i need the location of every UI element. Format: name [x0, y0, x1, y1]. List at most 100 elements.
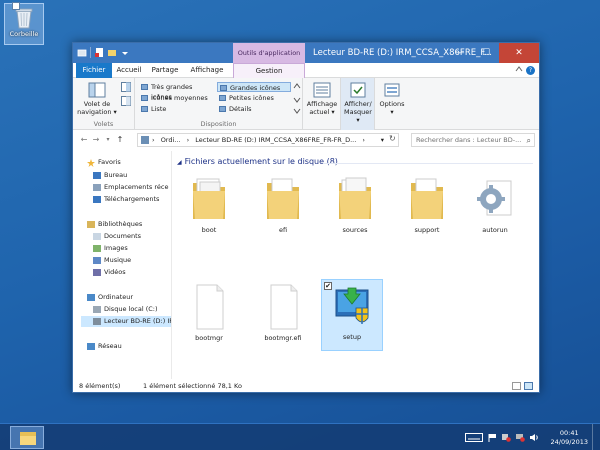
folder-icon [335, 173, 375, 223]
file-list: ◢ Fichiers actuellement sur le disque (8)… [173, 151, 539, 379]
show-hide-button[interactable]: Afficher/ Masquer ▾ [342, 82, 374, 124]
layout-list[interactable]: Liste [139, 104, 215, 114]
clock[interactable]: 00:41 24/09/2013 [551, 429, 588, 447]
network-status-icon[interactable] [515, 433, 525, 442]
nav-bd-re-drive[interactable]: Lecteur BD-RE (D:) IR [81, 316, 171, 327]
details-view-button[interactable] [512, 382, 521, 390]
group-header[interactable]: ◢ Fichiers actuellement sur le disque (8) [177, 157, 338, 166]
action-center-icon[interactable] [501, 433, 511, 442]
show-desktop-button[interactable] [592, 424, 596, 450]
group-divider [323, 163, 533, 164]
installer-icon [332, 280, 372, 330]
tab-share[interactable]: Partage [148, 63, 182, 78]
details-pane-icon[interactable] [121, 96, 131, 106]
current-view-button[interactable]: Affichage actuel ▾ [304, 82, 340, 116]
title-bar[interactable]: Outils d'application Lecteur BD-RE (D:) … [73, 43, 539, 63]
file-item-support[interactable]: support [397, 173, 457, 243]
back-button[interactable]: ← [79, 134, 89, 146]
new-folder-icon[interactable] [107, 47, 117, 58]
chevron-up-icon[interactable] [515, 65, 523, 75]
file-name: setup [342, 333, 362, 341]
help-icon[interactable]: ? [526, 66, 535, 75]
preview-pane-icon[interactable] [121, 82, 131, 92]
flag-icon[interactable] [487, 433, 497, 442]
collapse-arrow-icon: ◢ [177, 159, 182, 166]
nav-desktop[interactable]: Bureau [93, 170, 127, 181]
layout-details[interactable]: Détails [217, 104, 291, 114]
file-item-efi[interactable]: efi [253, 173, 313, 243]
nav-videos[interactable]: Vidéos [93, 267, 126, 278]
file-item-bootmgr[interactable]: bootmgr [179, 281, 239, 351]
address-bar[interactable]: › Ordi... › Lecteur BD-RE (D:) IRM_CCSA_… [137, 133, 399, 147]
layout-medium-icons[interactable]: Icônes moyennes [139, 93, 215, 103]
taskbar-explorer-button[interactable] [10, 426, 44, 449]
show-hide-icon [349, 82, 367, 98]
breadcrumb-computer[interactable]: Ordi... [161, 136, 181, 144]
file-item-autorun[interactable]: autorun [465, 173, 525, 243]
tab-file[interactable]: Fichier [76, 63, 112, 78]
breadcrumb-drive[interactable]: Lecteur BD-RE (D:) IRM_CCSA_X86FRE_FR-FR… [195, 136, 356, 144]
layout-small-icons[interactable]: Petites icônes [217, 93, 291, 103]
file-icon [189, 281, 229, 331]
nav-label: Musique [104, 256, 132, 264]
current-view-label: Affichage actuel ▾ [306, 100, 338, 116]
drive-icon[interactable] [77, 47, 87, 58]
optical-drive-icon [93, 318, 101, 325]
nav-label: Favoris [98, 158, 121, 166]
desktop-select-checkbox[interactable] [12, 2, 20, 10]
folder-icon [263, 173, 303, 223]
layout-gallery-scroll[interactable] [293, 82, 301, 116]
show-hide-label: Afficher/ Masquer ▾ [344, 100, 372, 124]
clock-time: 00:41 [559, 428, 579, 437]
ribbon-group-layout: Très grandes icônes Grandes icônes Icône… [135, 78, 303, 130]
forward-button[interactable]: → [91, 134, 101, 146]
address-dropdown-button[interactable]: ▾ [381, 134, 384, 146]
options-button[interactable]: Options ▾ [376, 82, 408, 116]
file-item-setup[interactable]: ✔ setup [321, 279, 383, 351]
nav-computer[interactable]: Ordinateur [87, 292, 133, 303]
layout-large-icons[interactable]: Grandes icônes [217, 82, 291, 92]
close-button[interactable]: ✕ [499, 43, 539, 63]
nav-music[interactable]: Musique [93, 255, 131, 266]
recycle-bin-desktop-icon[interactable]: Corbeille [4, 3, 44, 45]
tab-view[interactable]: Affichage [187, 63, 227, 78]
maximize-button[interactable]: ☐ [473, 43, 499, 63]
window-controls: — ☐ ✕ [447, 43, 539, 63]
nav-documents[interactable]: Documents [93, 231, 141, 242]
file-item-boot[interactable]: boot [179, 173, 239, 243]
tab-manage[interactable]: Gestion [233, 63, 305, 78]
ribbon: Volet de navigation ▾ Volets Très grande… [73, 78, 539, 130]
nav-downloads[interactable]: Téléchargements [93, 194, 159, 205]
volume-icon[interactable] [529, 433, 539, 442]
file-item-sources[interactable]: sources [325, 173, 385, 243]
nav-network[interactable]: Réseau [87, 341, 122, 352]
drive-icon [141, 136, 149, 144]
up-button[interactable]: ↑ [115, 134, 125, 146]
nav-local-disk[interactable]: Disque local (C:) [93, 304, 158, 315]
gear-icon [475, 173, 515, 223]
nav-favorites[interactable]: Favoris [87, 157, 121, 168]
tab-home[interactable]: Accueil [115, 63, 143, 78]
search-input[interactable]: Rechercher dans : Lecteur BD-... ⌕ [411, 133, 535, 147]
folder-icon [407, 173, 447, 223]
libraries-icon [87, 221, 95, 228]
layout-extra-large-icons[interactable]: Très grandes icônes [139, 82, 215, 101]
item-checkbox[interactable]: ✔ [324, 282, 332, 290]
file-item-bootmgr-efi[interactable]: bootmgr.efi [253, 281, 313, 351]
nav-pictures[interactable]: Images [93, 243, 128, 254]
minimize-button[interactable]: — [447, 43, 473, 63]
keyboard-icon[interactable] [464, 433, 483, 442]
options-dropdown-arrow: ▾ [390, 108, 394, 116]
properties-icon[interactable] [94, 47, 104, 58]
nav-libraries[interactable]: Bibliothèques [87, 219, 142, 230]
address-row: ← → ▾ ↑ › Ordi... › Lecteur BD-RE (D:) I… [73, 131, 539, 149]
file-name: boot [201, 226, 217, 234]
large-icons-view-button[interactable] [524, 382, 533, 390]
refresh-button[interactable]: ↻ [389, 134, 399, 144]
pane-splitter[interactable] [171, 151, 172, 379]
navigation-pane-button[interactable]: Volet de navigation ▾ [77, 82, 117, 116]
recent-locations-button[interactable]: ▾ [103, 134, 113, 146]
file-name: sources [342, 226, 368, 234]
nav-recent-places[interactable]: Emplacements réce [93, 182, 168, 193]
qat-dropdown-icon[interactable] [120, 47, 130, 58]
